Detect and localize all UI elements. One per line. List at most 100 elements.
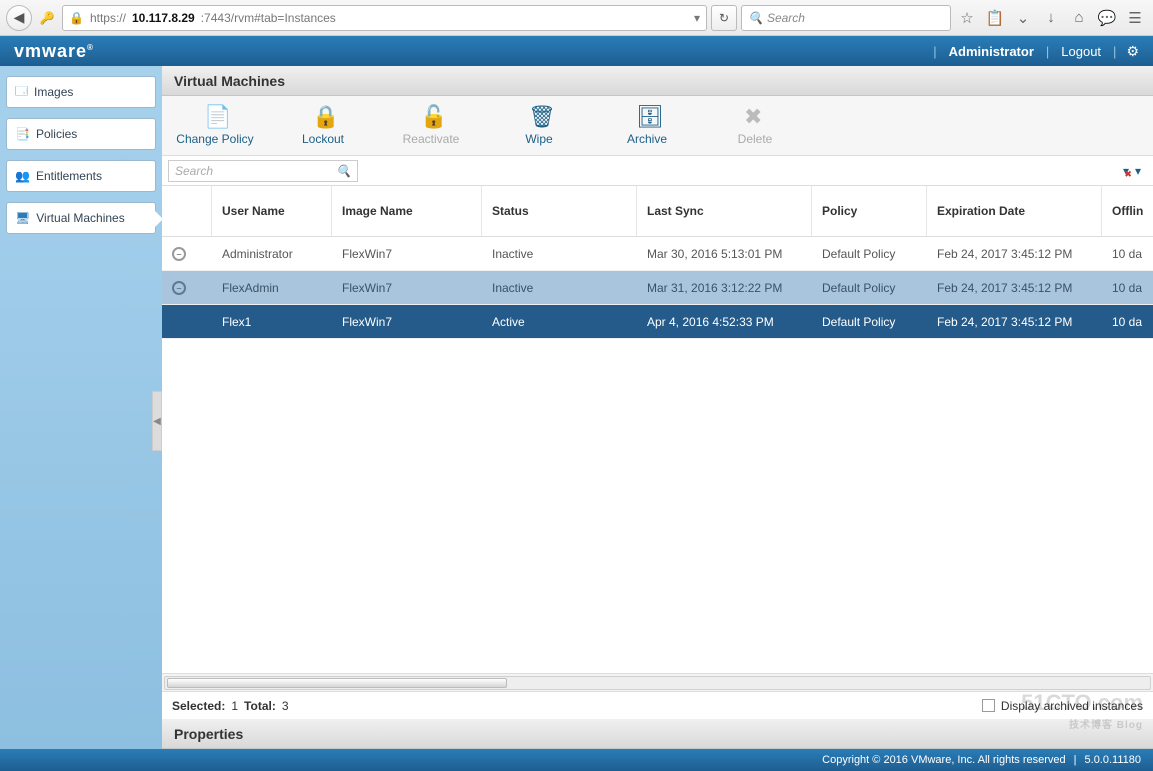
clear-filter-icon[interactable]: ▾✖ [1123,164,1129,178]
change-policy-button[interactable]: 📄 Change Policy [170,106,260,146]
document-icon: 📄 [204,106,226,128]
close-icon: ✖ [744,106,766,128]
col-exp[interactable]: Expiration Date [927,186,1102,236]
sidebar-item-policies[interactable]: 📑 Policies [6,118,156,150]
cell-off: 10 da [1102,247,1153,261]
url-path: :7443/rvm#tab=Instances [201,11,336,25]
dropdown-icon[interactable]: ▾ [694,11,700,25]
col-sync[interactable]: Last Sync [637,186,812,236]
col-toggle[interactable] [162,186,212,236]
sidebar-item-entitlements[interactable]: 👥 Entitlements [6,160,156,192]
col-policy[interactable]: Policy [812,186,927,236]
collapse-icon[interactable]: – [172,247,186,261]
trash-icon: 🗑 [528,106,550,128]
search-icon: 🔍 [748,11,763,25]
selected-value: 1 [231,699,238,713]
sidebar-collapse-handle[interactable]: ◀ [152,391,162,451]
grid-header: User Name Image Name Status Last Sync Po… [162,186,1153,237]
search-icon: 🔍 [336,164,351,178]
cell-image: FlexWin7 [332,315,482,329]
collapse-icon[interactable]: – [172,281,186,295]
app-root: vmware® | Administrator | Logout | ⚙ 🗔 I… [0,36,1153,771]
current-user[interactable]: Administrator [943,44,1040,59]
col-user[interactable]: User Name [212,186,332,236]
vm-grid: User Name Image Name Status Last Sync Po… [162,186,1153,673]
table-row[interactable]: – FlexAdmin FlexWin7 Inactive Mar 31, 20… [162,271,1153,305]
content-area: ◀ Virtual Machines 📄 Change Policy 🔒 Loc… [162,66,1153,749]
cell-exp: Feb 24, 2017 3:45:12 PM [927,281,1102,295]
app-topbar: vmware® | Administrator | Logout | ⚙ [0,36,1153,66]
sidebar-item-virtual-machines[interactable]: 🖥 Virtual Machines [6,202,156,234]
table-row[interactable]: – Administrator FlexWin7 Inactive Mar 30… [162,237,1153,271]
tool-label: Lockout [302,132,344,146]
url-host: 10.117.8.29 [132,11,195,25]
unlock-icon: 🔓 [420,106,442,128]
library-icon[interactable]: 📋 [983,9,1007,27]
vm-icon: 🖥 [15,211,30,225]
grid-search-input[interactable]: Search 🔍 [168,160,358,182]
delete-button[interactable]: ✖ Delete [710,106,800,146]
images-icon: 🗔 [15,82,28,103]
footer: Copyright © 2016 VMware, Inc. All rights… [0,749,1153,771]
url-scheme: https:// [90,11,126,25]
search-row: Search 🔍 ▾✖ ▾ [162,156,1153,186]
entitlements-icon: 👥 [15,169,30,183]
sidebar-item-images[interactable]: 🗔 Images [6,76,156,108]
chat-icon[interactable]: 💬 [1095,9,1119,27]
copyright: Copyright © 2016 VMware, Inc. All rights… [822,754,1066,766]
cell-sync: Mar 31, 2016 3:12:22 PM [637,281,812,295]
tool-label: Archive [627,132,667,146]
browser-search[interactable]: 🔍 Search [741,5,951,31]
version: 5.0.0.11180 [1085,754,1141,766]
total-label: Total: [244,699,276,713]
logout-link[interactable]: Logout [1055,44,1107,59]
cell-exp: Feb 24, 2017 3:45:12 PM [927,247,1102,261]
lock-icon: 🔒 [69,11,84,25]
cell-user: FlexAdmin [212,281,332,295]
search-placeholder: Search [767,11,805,25]
tool-label: Change Policy [176,132,253,146]
bookmark-icon[interactable]: ☆ [955,9,979,27]
grid-status-bar: Selected: 1 Total: 3 Display archived in… [162,691,1153,719]
cell-off: 10 da [1102,315,1153,329]
sidebar-item-label: Images [34,85,73,99]
panel-title: Virtual Machines [162,66,1153,96]
archive-icon: 🗄 [636,106,658,128]
properties-header[interactable]: Properties [162,719,1153,749]
cell-sync: Apr 4, 2016 4:52:33 PM [637,315,812,329]
col-off[interactable]: Offlin [1102,186,1153,236]
filter-icon[interactable]: ▾ [1135,164,1141,178]
menu-icon[interactable]: ☰ [1123,9,1147,27]
cell-user: Administrator [212,247,332,261]
reactivate-button[interactable]: 🔓 Reactivate [386,106,476,146]
cell-sync: Mar 30, 2016 5:13:01 PM [637,247,812,261]
cell-exp: Feb 24, 2017 3:45:12 PM [927,315,1102,329]
pocket-icon[interactable]: ⌄ [1011,9,1035,27]
settings-gear-icon[interactable]: ⚙ [1122,43,1139,60]
col-status[interactable]: Status [482,186,637,236]
col-image[interactable]: Image Name [332,186,482,236]
cell-off: 10 da [1102,281,1153,295]
sidebar: 🗔 Images 📑 Policies 👥 Entitlements 🖥 Vir… [0,66,162,749]
downloads-icon[interactable]: ↓ [1039,9,1063,26]
selected-label: Selected: [172,699,225,713]
tool-label: Wipe [525,132,552,146]
horizontal-scrollbar[interactable] [162,673,1153,691]
action-toolbar: 📄 Change Policy 🔒 Lockout 🔓 Reactivate 🗑… [162,96,1153,156]
lockout-button[interactable]: 🔒 Lockout [278,106,368,146]
table-row[interactable]: Flex1 FlexWin7 Active Apr 4, 2016 4:52:3… [162,305,1153,339]
back-button[interactable]: ◀ [6,5,32,31]
identity-icon[interactable]: 🔑 [36,11,58,25]
reload-button[interactable]: ↻ [711,5,737,31]
archived-checkbox[interactable] [982,699,995,712]
archive-button[interactable]: 🗄 Archive [602,106,692,146]
address-bar[interactable]: 🔒 https:// 10.117.8.29 :7443/rvm#tab=Insta… [62,5,707,31]
sidebar-item-label: Virtual Machines [36,211,125,225]
cell-policy: Default Policy [812,281,927,295]
scrollbar-thumb[interactable] [167,678,507,688]
cell-status: Active [482,315,637,329]
wipe-button[interactable]: 🗑 Wipe [494,106,584,146]
home-icon[interactable]: ⌂ [1067,9,1091,26]
archived-label: Display archived instances [1001,699,1143,713]
cell-user: Flex1 [212,315,332,329]
